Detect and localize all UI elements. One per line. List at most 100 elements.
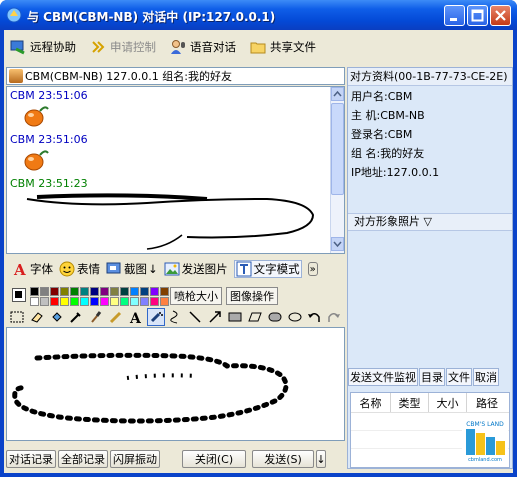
history-button[interactable]: 对话记录 xyxy=(6,450,56,468)
maximize-icon xyxy=(471,9,484,22)
color-swatch[interactable] xyxy=(70,297,79,306)
line-tool[interactable] xyxy=(186,308,204,326)
screenshot-button[interactable]: 截图 ↓ xyxy=(106,261,158,277)
color-swatch[interactable] xyxy=(30,297,39,306)
chat-window: 与 CBM(CBM-NB) 对话中 (IP:127.0.0.1) 远程协助 申请… xyxy=(0,0,517,477)
eraser-tool[interactable] xyxy=(28,308,46,326)
send-options-dropdown[interactable]: ↓ xyxy=(316,450,326,468)
column-header-name[interactable]: 名称 xyxy=(351,393,391,412)
avatar[interactable] xyxy=(9,69,23,83)
send-image-label: 发送图片 xyxy=(181,262,228,276)
send-button[interactable]: 发送(S) xyxy=(252,450,314,468)
all-history-button[interactable]: 全部记录 xyxy=(58,450,108,468)
tab-cancel[interactable]: 取消 xyxy=(473,368,499,386)
spray-size-button[interactable]: 喷枪大小 xyxy=(170,287,222,305)
peer-photo-header[interactable]: 对方形象照片 ▽ xyxy=(348,213,512,231)
close-button[interactable]: 关闭(C) xyxy=(182,450,246,468)
rectangle-tool[interactable] xyxy=(226,308,244,326)
column-header-type[interactable]: 类型 xyxy=(391,393,429,412)
fill-tool[interactable] xyxy=(48,308,66,326)
shared-files-button[interactable]: 共享文件 xyxy=(250,39,316,55)
drawing-canvas[interactable] xyxy=(6,327,345,441)
peer-ip: IP地址:127.0.0.1 xyxy=(351,166,440,179)
brush-tool[interactable] xyxy=(87,308,105,326)
select-tool[interactable] xyxy=(8,308,26,326)
tab-file[interactable]: 文件 xyxy=(446,368,472,386)
redo-tool[interactable] xyxy=(325,308,343,326)
screenshot-dropdown[interactable]: ↓ xyxy=(148,262,158,276)
parallelogram-tool[interactable] xyxy=(246,308,264,326)
format-toolbar: A 字体 表情 截图 ↓ 发送图片 文字模式 » xyxy=(6,257,345,281)
more-tools-button[interactable]: » xyxy=(307,262,318,276)
color-swatch[interactable] xyxy=(50,287,59,296)
color-swatch[interactable] xyxy=(110,287,119,296)
curve-tool[interactable] xyxy=(167,308,185,326)
color-swatch[interactable] xyxy=(60,287,69,296)
color-swatch[interactable] xyxy=(80,287,89,296)
color-swatch[interactable] xyxy=(150,297,159,306)
chat-history[interactable]: CBM 23:51:06 CBM 23:51:06 CBM 23:51:23 xyxy=(6,86,345,254)
scroll-thumb[interactable] xyxy=(331,103,344,195)
color-swatch[interactable] xyxy=(140,297,149,306)
ellipse-tool[interactable] xyxy=(286,308,304,326)
color-swatch[interactable] xyxy=(110,297,119,306)
color-swatch[interactable] xyxy=(120,297,129,306)
remote-assist-button[interactable]: 远程协助 xyxy=(10,39,76,55)
maximize-button[interactable] xyxy=(467,5,488,26)
color-swatch[interactable] xyxy=(40,287,49,296)
emoji-button[interactable]: 表情 xyxy=(59,261,100,277)
column-header-path[interactable]: 路径 xyxy=(467,393,507,412)
color-swatch[interactable] xyxy=(30,287,39,296)
image-ops-button[interactable]: 图像操作 xyxy=(226,287,278,305)
color-swatch[interactable] xyxy=(130,297,139,306)
tab-send-monitor[interactable]: 发送文件监视 xyxy=(348,368,418,386)
cbmland-logo-icon: CBM'S LAND cbmland.com xyxy=(462,418,508,463)
close-window-button[interactable] xyxy=(490,5,511,26)
color-palette[interactable] xyxy=(8,286,169,306)
screen-shake-button[interactable]: 闪屏振动 xyxy=(110,450,160,468)
color-swatch[interactable] xyxy=(140,287,149,296)
color-swatch[interactable] xyxy=(70,287,79,296)
color-swatch[interactable] xyxy=(100,297,109,306)
color-swatch[interactable] xyxy=(130,287,139,296)
pencil-tool[interactable] xyxy=(107,308,125,326)
column-header-size[interactable]: 大小 xyxy=(429,393,467,412)
color-swatch[interactable] xyxy=(160,297,169,306)
color-swatch[interactable] xyxy=(120,287,129,296)
font-button[interactable]: A 字体 xyxy=(12,261,53,277)
minimize-button[interactable] xyxy=(444,5,465,26)
scroll-down-button[interactable] xyxy=(331,237,344,251)
color-swatch[interactable] xyxy=(60,297,69,306)
color-swatch[interactable] xyxy=(40,297,49,306)
color-swatch[interactable] xyxy=(160,287,169,296)
send-image-button[interactable]: 发送图片 xyxy=(164,261,228,277)
color-swatch[interactable] xyxy=(80,297,89,306)
shared-files-label: 共享文件 xyxy=(270,40,316,54)
scroll-up-button[interactable] xyxy=(331,87,344,101)
color-swatch[interactable] xyxy=(150,287,159,296)
chevron-up-icon xyxy=(333,90,342,97)
voice-chat-button[interactable]: 语音对话 xyxy=(170,39,236,55)
request-control-button[interactable]: 申请控制 xyxy=(90,39,156,55)
text-mode-icon xyxy=(236,261,252,277)
undo-tool[interactable] xyxy=(305,308,323,326)
color-swatch[interactable] xyxy=(90,297,99,306)
peer-username: 用户名:CBM xyxy=(351,90,413,103)
tab-directory[interactable]: 目录 xyxy=(419,368,445,386)
color-swatch[interactable] xyxy=(90,287,99,296)
chat-panel: CBM(CBM-NB) 127.0.0.1 组名:我的好友 CBM 23:51:… xyxy=(6,67,345,469)
airbrush-tool[interactable] xyxy=(146,308,165,326)
arrow-tool[interactable] xyxy=(206,308,224,326)
text-tool[interactable]: A xyxy=(127,308,145,326)
file-transfer-tabs: 发送文件监视 目录 文件 取消 xyxy=(348,367,512,387)
color-swatch[interactable] xyxy=(100,287,109,296)
table-header: 名称 类型 大小 路径 xyxy=(351,393,509,413)
chat-scrollbar[interactable] xyxy=(330,87,344,253)
rounded-rect-tool[interactable] xyxy=(266,308,284,326)
bottom-actions: 对话记录 全部记录 闪屏振动 关闭(C) 发送(S) ↓ xyxy=(6,449,345,469)
text-mode-button[interactable]: 文字模式 xyxy=(233,260,302,278)
color-swatch[interactable] xyxy=(50,297,59,306)
emoji-label: 表情 xyxy=(77,262,100,276)
picker-tool[interactable] xyxy=(67,308,85,326)
title-bar[interactable]: 与 CBM(CBM-NB) 对话中 (IP:127.0.0.1) xyxy=(0,0,517,30)
